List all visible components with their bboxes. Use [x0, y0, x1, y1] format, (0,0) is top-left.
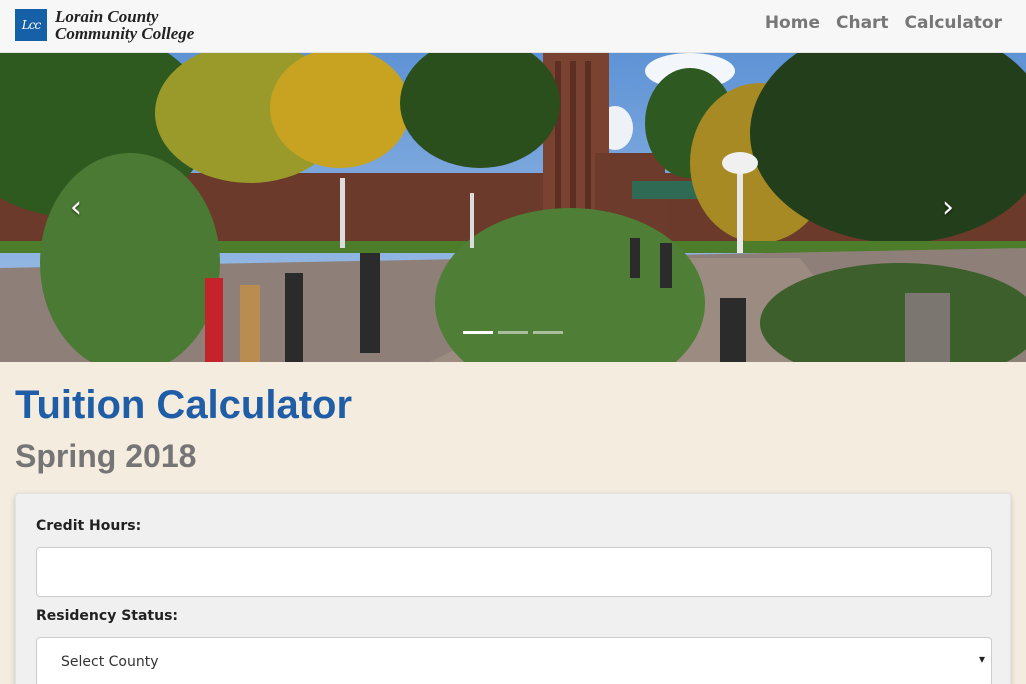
brand-line-2: Community College: [55, 24, 195, 43]
residency-status-select[interactable]: Select County ▾: [36, 637, 992, 684]
page-title: Tuition Calculator: [15, 383, 353, 427]
navbar: Lcc Lorain County Community College Home…: [0, 0, 1026, 53]
carousel-indicators: [463, 331, 563, 334]
brand-line-1: Lorain County: [55, 7, 159, 26]
caret-down-icon: ▾: [978, 652, 985, 666]
carousel-indicator-1[interactable]: [463, 331, 493, 334]
nav-menu: Home Chart Calculator: [765, 0, 1002, 46]
calculator-form: Credit Hours: Residency Status: Select C…: [15, 493, 1011, 684]
college-logo-icon: Lcc: [15, 9, 47, 41]
nav-calculator-link[interactable]: Calculator: [905, 13, 1002, 33]
carousel-next-icon[interactable]: ›: [936, 193, 960, 223]
campus-photo-carousel: ‹ ›: [0, 53, 1026, 362]
semester-subtitle: Spring 2018: [15, 438, 197, 474]
credit-hours-label: Credit Hours:: [36, 518, 142, 534]
carousel-indicator-3[interactable]: [533, 331, 563, 334]
residency-status-label: Residency Status:: [36, 608, 179, 624]
campus-photo: [0, 53, 1026, 362]
brand-name: Lorain County Community College: [55, 8, 194, 42]
nav-chart-link[interactable]: Chart: [836, 13, 889, 33]
carousel-indicator-2[interactable]: [498, 331, 528, 334]
residency-selected-value: Select County: [61, 654, 159, 670]
credit-hours-input[interactable]: [36, 547, 992, 597]
nav-home-link[interactable]: Home: [765, 13, 820, 33]
brand-logo[interactable]: Lcc Lorain County Community College: [15, 4, 194, 46]
carousel-prev-icon[interactable]: ‹: [64, 193, 88, 223]
